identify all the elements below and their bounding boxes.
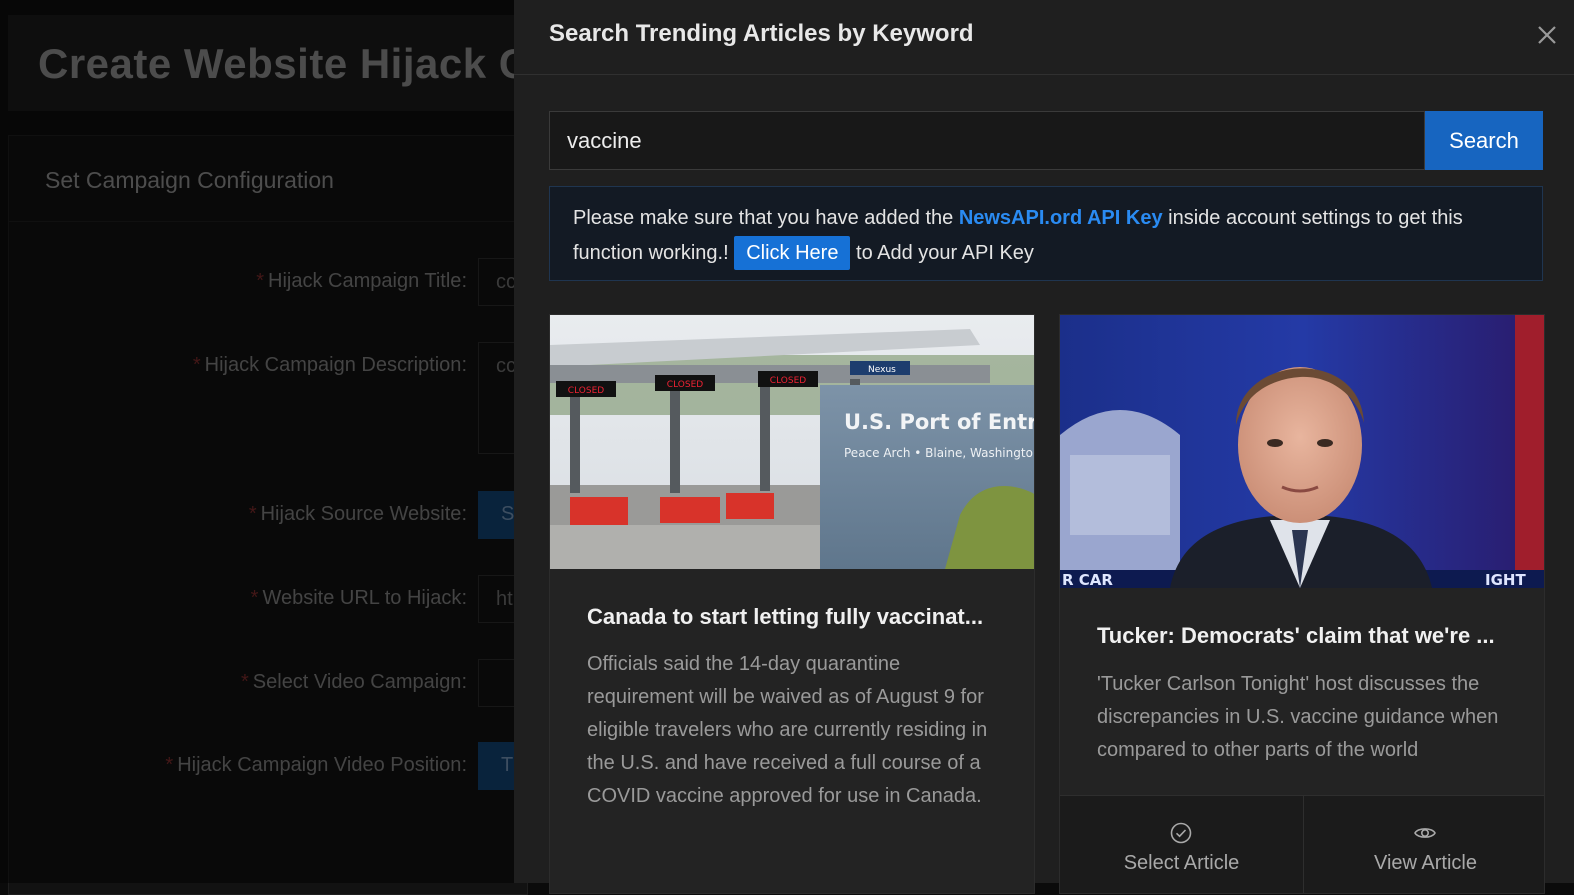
banner-text-right: IGHT	[1485, 571, 1526, 588]
view-article-button[interactable]: View Article	[1303, 796, 1544, 893]
article-card[interactable]: CLOSED CLOSED CLOSED Nexus U.S. Port of …	[549, 314, 1035, 894]
peace-arch-sign: Peace Arch • Blaine, Washingto	[844, 446, 1033, 460]
drawer-title: Search Trending Articles by Keyword	[549, 20, 974, 47]
drawer-header: Search Trending Articles by Keyword	[514, 0, 1574, 75]
article-image-border: CLOSED CLOSED CLOSED Nexus U.S. Port of …	[550, 315, 1035, 569]
nexus-sign: Nexus	[868, 365, 896, 375]
eye-icon	[1414, 828, 1436, 838]
article-title[interactable]: Canada to start letting fully vaccinat..…	[587, 604, 1007, 630]
article-title[interactable]: Tucker: Democrats' claim that we're ...	[1097, 623, 1517, 649]
closed-sign-3: CLOSED	[770, 376, 806, 386]
article-actions: Select Article View Article	[1060, 795, 1544, 893]
modal-overlay[interactable]	[0, 0, 514, 883]
view-article-label: View Article	[1373, 852, 1477, 874]
search-bar: Search	[549, 111, 1543, 170]
banner-text-left: R CAR	[1062, 571, 1113, 588]
search-button[interactable]: Search	[1425, 111, 1543, 170]
port-of-entry-sign: U.S. Port of Entry	[844, 410, 1035, 434]
api-key-alert: Please make sure that you have added the…	[549, 186, 1543, 281]
keyword-search-input[interactable]	[549, 111, 1425, 170]
close-icon[interactable]	[1532, 20, 1562, 50]
article-description: Officials said the 14-day quarantine req…	[587, 653, 988, 807]
check-circle-icon	[1170, 822, 1192, 844]
alert-text-after: to Add your API Key	[850, 242, 1034, 264]
article-card[interactable]: R CAR IGHT Tucker: Democrats' claim that…	[1059, 314, 1545, 894]
select-article-label: Select Article	[1123, 852, 1240, 874]
closed-sign-1: CLOSED	[568, 386, 604, 396]
alert-text-before: Please make sure that you have added the	[573, 207, 959, 229]
article-image-tucker: R CAR IGHT	[1060, 315, 1544, 588]
select-article-button[interactable]: Select Article	[1060, 796, 1303, 893]
search-articles-drawer: Search Trending Articles by Keyword Sear…	[514, 0, 1574, 894]
newsapi-key-link[interactable]: NewsAPI.ord API Key	[959, 207, 1163, 229]
closed-sign-2: CLOSED	[667, 380, 703, 390]
article-description: 'Tucker Carlson Tonight' host discusses …	[1097, 673, 1499, 761]
click-here-button[interactable]: Click Here	[734, 236, 851, 270]
